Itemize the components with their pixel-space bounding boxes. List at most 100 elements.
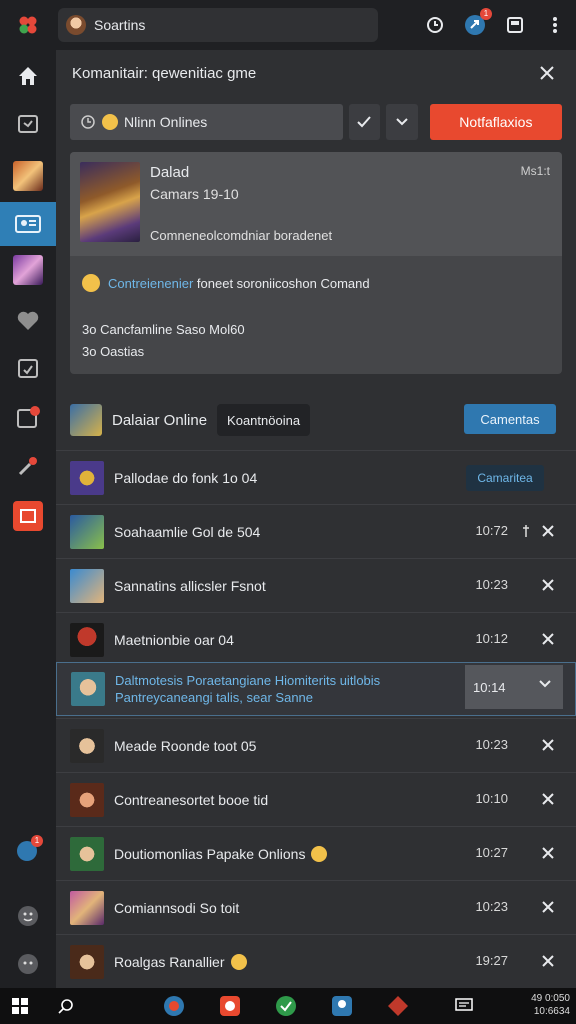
game-app-icon[interactable] (386, 994, 410, 1018)
tab-title: Soartins (94, 17, 146, 33)
avatar (70, 782, 104, 817)
friends-list-header: Dalaiar Online Koantnöoina Camentas (56, 394, 576, 446)
search-value: Nlinn Onlines (124, 114, 208, 130)
profile-stat-1: 3o Cancfamline Saso Mol60 (82, 322, 245, 337)
chevron-down-icon[interactable] (386, 104, 418, 140)
notifications-button[interactable]: Notfaflaxios (429, 104, 562, 140)
tray-time: 49 0:050 (531, 993, 570, 1004)
profile-stat-2: 3o Oastias (82, 344, 145, 359)
app-logo-icon[interactable] (0, 0, 56, 50)
game-thumb-2[interactable] (0, 248, 56, 292)
list-item[interactable]: Pallodae do fonk 1o 04 Camaritea (56, 450, 576, 504)
smiley-icon (311, 845, 328, 862)
avatar (70, 890, 104, 925)
tools-icon[interactable] (0, 444, 56, 488)
emoji-icon[interactable] (0, 894, 56, 938)
friends-icon[interactable] (0, 202, 56, 246)
friends-panel: Komanitair: qewenitiac gme Nlinn Onlines… (56, 50, 576, 988)
list-item[interactable]: Sannatins allicsler Fsnot 10:23 (56, 558, 576, 612)
remove-icon[interactable] (538, 897, 558, 917)
activity-label[interactable]: Contreienenier (108, 276, 193, 291)
remove-icon[interactable] (538, 735, 558, 755)
browser-icon[interactable] (162, 994, 186, 1018)
search-input[interactable]: Nlinn Onlines (70, 104, 343, 140)
list-item-text: Contreanesortet booe tid (114, 791, 269, 808)
list-action-button[interactable]: Camentas (464, 404, 556, 434)
avatar (70, 728, 104, 763)
search-icon[interactable] (54, 994, 78, 1018)
list-item-actions[interactable]: 10:14 (465, 665, 563, 709)
app-window: Soartins 1 1 Komanitair: qewenitiac gme … (0, 0, 576, 988)
chat-app-icon[interactable] (274, 994, 298, 1018)
start-icon[interactable] (8, 994, 32, 1018)
home-icon[interactable] (0, 54, 56, 98)
system-clock[interactable]: 49 0:050 10:6634 (531, 992, 570, 1018)
list-item-text: Sannatins allicsler Fsnot (114, 577, 266, 594)
filter-chip[interactable]: Koantnöoina (217, 404, 311, 436)
chat-icon[interactable]: 1 (0, 828, 56, 872)
list-item-text: Comiannsodi So toit (114, 899, 240, 916)
close-icon[interactable] (536, 62, 558, 84)
inbox-icon[interactable] (0, 102, 56, 146)
group-icon (70, 404, 102, 436)
remove-icon[interactable] (538, 629, 558, 649)
panel-header: Komanitair: qewenitiac gme (56, 50, 576, 96)
media-icon[interactable] (218, 994, 242, 1018)
avatar (70, 944, 104, 979)
chat-badge: 1 (31, 835, 43, 847)
remove-icon[interactable] (538, 951, 558, 971)
alerts-icon[interactable] (0, 396, 56, 440)
avatar (70, 568, 104, 603)
clock-icon (81, 115, 95, 129)
app-icon[interactable] (0, 494, 56, 538)
list-item-time: 19:27 (475, 953, 508, 968)
notification-badge: 1 (480, 8, 492, 20)
top-actions: 1 (422, 8, 568, 42)
list-item[interactable]: Roalgas Ranallier 19:27 (56, 934, 576, 988)
list-item-selected[interactable]: Daltmotesis Poraetangiane Hiomiterits ui… (56, 662, 576, 716)
list-item-text: Doutiomonlias Papake Onlions (114, 845, 306, 862)
settings-icon[interactable] (0, 942, 56, 986)
list-item-time: 10:14 (473, 679, 506, 695)
profile-card[interactable]: Dalad Camars 19-10 Ms1:t Comneneolcomdni… (70, 152, 562, 374)
list-item[interactable]: Doutiomonlias Papake Onlions 10:27 (56, 826, 576, 880)
list-item-text: Soahaamlie Gol de 504 (114, 523, 261, 540)
chevron-down-icon[interactable] (539, 677, 551, 692)
more-menu-icon[interactable] (542, 12, 568, 38)
remove-icon[interactable] (538, 789, 558, 809)
list-item-text: Daltmotesis Poraetangiane Hiomiterits ui… (115, 672, 380, 706)
pin-icon[interactable] (520, 521, 532, 541)
avatar (70, 514, 104, 549)
notification-icon[interactable]: 1 (462, 8, 492, 38)
list-item[interactable]: Comiannsodi So toit 10:23 (56, 880, 576, 934)
people-icon[interactable] (330, 994, 354, 1018)
list-item[interactable]: Meade Roonde toot 05 10:23 (56, 718, 576, 772)
remove-icon[interactable] (538, 575, 558, 595)
list-item-line-2: Pantreycaneangi talis, sear Sanne (115, 690, 314, 705)
refresh-icon[interactable] (422, 12, 448, 38)
list-item-text: Roalgas Ranallier (114, 953, 225, 970)
avatar (70, 836, 104, 871)
game-thumb-1[interactable] (0, 154, 56, 198)
window-icon[interactable] (502, 12, 528, 38)
list-item-text: Meade Roonde toot 05 (114, 737, 257, 754)
profile-name: Dalad (150, 164, 190, 181)
avatar (70, 622, 104, 657)
profile-line: Comneneolcomdniar boradenet (150, 228, 333, 243)
list-item[interactable]: Contreanesortet booe tid 10:10 (56, 772, 576, 826)
remove-icon[interactable] (538, 521, 558, 541)
browser-tab[interactable]: Soartins (58, 8, 378, 42)
list-item[interactable]: Soahaamlie Gol de 504 10:72 (56, 504, 576, 558)
list-item[interactable]: Maetnionbie oar 04 10:12 (56, 612, 576, 666)
remove-icon[interactable] (538, 843, 558, 863)
message-tray-icon[interactable] (452, 994, 476, 1018)
heart-icon[interactable] (0, 298, 56, 342)
activity-text: foneet soroniicoshon Comand (196, 275, 370, 291)
list-item-time: 10:72 (475, 523, 508, 538)
list-title: Dalaiar Online (112, 411, 208, 429)
avatar (71, 672, 105, 706)
calendar-icon[interactable] (0, 346, 56, 390)
check-icon[interactable] (348, 104, 381, 140)
list-item-chip[interactable]: Camaritea (466, 465, 544, 491)
panel-title: Komanitair: qewenitiac gme (72, 64, 257, 82)
